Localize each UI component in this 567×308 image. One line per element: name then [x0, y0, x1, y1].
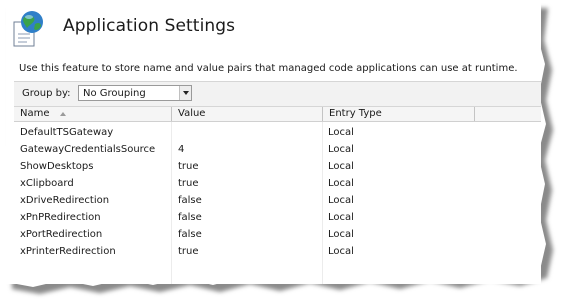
table-row[interactable]: xPrinterRedirection true Local — [14, 243, 541, 260]
group-by-value: No Grouping — [83, 88, 146, 99]
setting-value: true — [178, 178, 199, 189]
table-row[interactable]: DefaultTSGateway Local — [14, 124, 541, 141]
column-header-value[interactable]: Value — [172, 107, 320, 121]
table-row[interactable]: xDriveRedirection false Local — [14, 192, 541, 209]
column-divider[interactable] — [474, 107, 475, 121]
setting-entry-type: Local — [328, 178, 354, 189]
page-title: Application Settings — [63, 16, 236, 36]
setting-entry-type: Local — [328, 229, 354, 240]
page-header: Application Settings — [6, 2, 541, 54]
setting-entry-type: Local — [328, 144, 354, 155]
setting-value: 4 — [178, 144, 185, 155]
settings-list: DefaultTSGateway Local GatewayCredential… — [14, 124, 541, 260]
setting-value: false — [178, 212, 202, 223]
table-row[interactable]: xPnPRedirection false Local — [14, 209, 541, 226]
setting-entry-type: Local — [328, 127, 354, 138]
setting-entry-type: Local — [328, 195, 354, 206]
table-header: Name Value Entry Type — [14, 107, 541, 122]
setting-name: xDriveRedirection — [20, 195, 110, 206]
table-row[interactable]: GatewayCredentialsSource 4 Local — [14, 141, 541, 158]
setting-name: ShowDesktops — [20, 161, 94, 172]
column-header-name-label: Name — [20, 108, 50, 119]
chevron-down-icon[interactable] — [179, 86, 191, 100]
column-header-entry-type-label: Entry Type — [329, 108, 382, 119]
group-by-dropdown[interactable]: No Grouping — [78, 85, 192, 101]
globe-document-icon — [13, 11, 43, 47]
setting-value: false — [178, 229, 202, 240]
setting-value: false — [178, 195, 202, 206]
sort-ascending-icon — [60, 112, 66, 116]
setting-entry-type: Local — [328, 161, 354, 172]
setting-name: GatewayCredentialsSource — [20, 144, 156, 155]
setting-name: xClipboard — [20, 178, 74, 189]
group-by-toolbar: Group by: No Grouping — [14, 81, 541, 107]
table-row[interactable]: xClipboard true Local — [14, 175, 541, 192]
feature-description: Use this feature to store name and value… — [19, 63, 518, 74]
group-by-label: Group by: — [22, 88, 71, 99]
column-header-value-label: Value — [178, 108, 206, 119]
table-row[interactable]: xPortRedirection false Local — [14, 226, 541, 243]
settings-panel: Application Settings Use this feature to… — [6, 2, 541, 284]
setting-name: xPnPRedirection — [20, 212, 101, 223]
setting-entry-type: Local — [328, 246, 354, 257]
table-row[interactable]: ShowDesktops true Local — [14, 158, 541, 175]
column-header-entry-type[interactable]: Entry Type — [323, 107, 473, 121]
setting-entry-type: Local — [328, 212, 354, 223]
setting-value: true — [178, 161, 199, 172]
setting-name: xPortRedirection — [20, 229, 103, 240]
column-header-name[interactable]: Name — [14, 107, 163, 121]
setting-name: DefaultTSGateway — [20, 127, 114, 138]
setting-value: true — [178, 246, 199, 257]
setting-name: xPrinterRedirection — [20, 246, 116, 257]
